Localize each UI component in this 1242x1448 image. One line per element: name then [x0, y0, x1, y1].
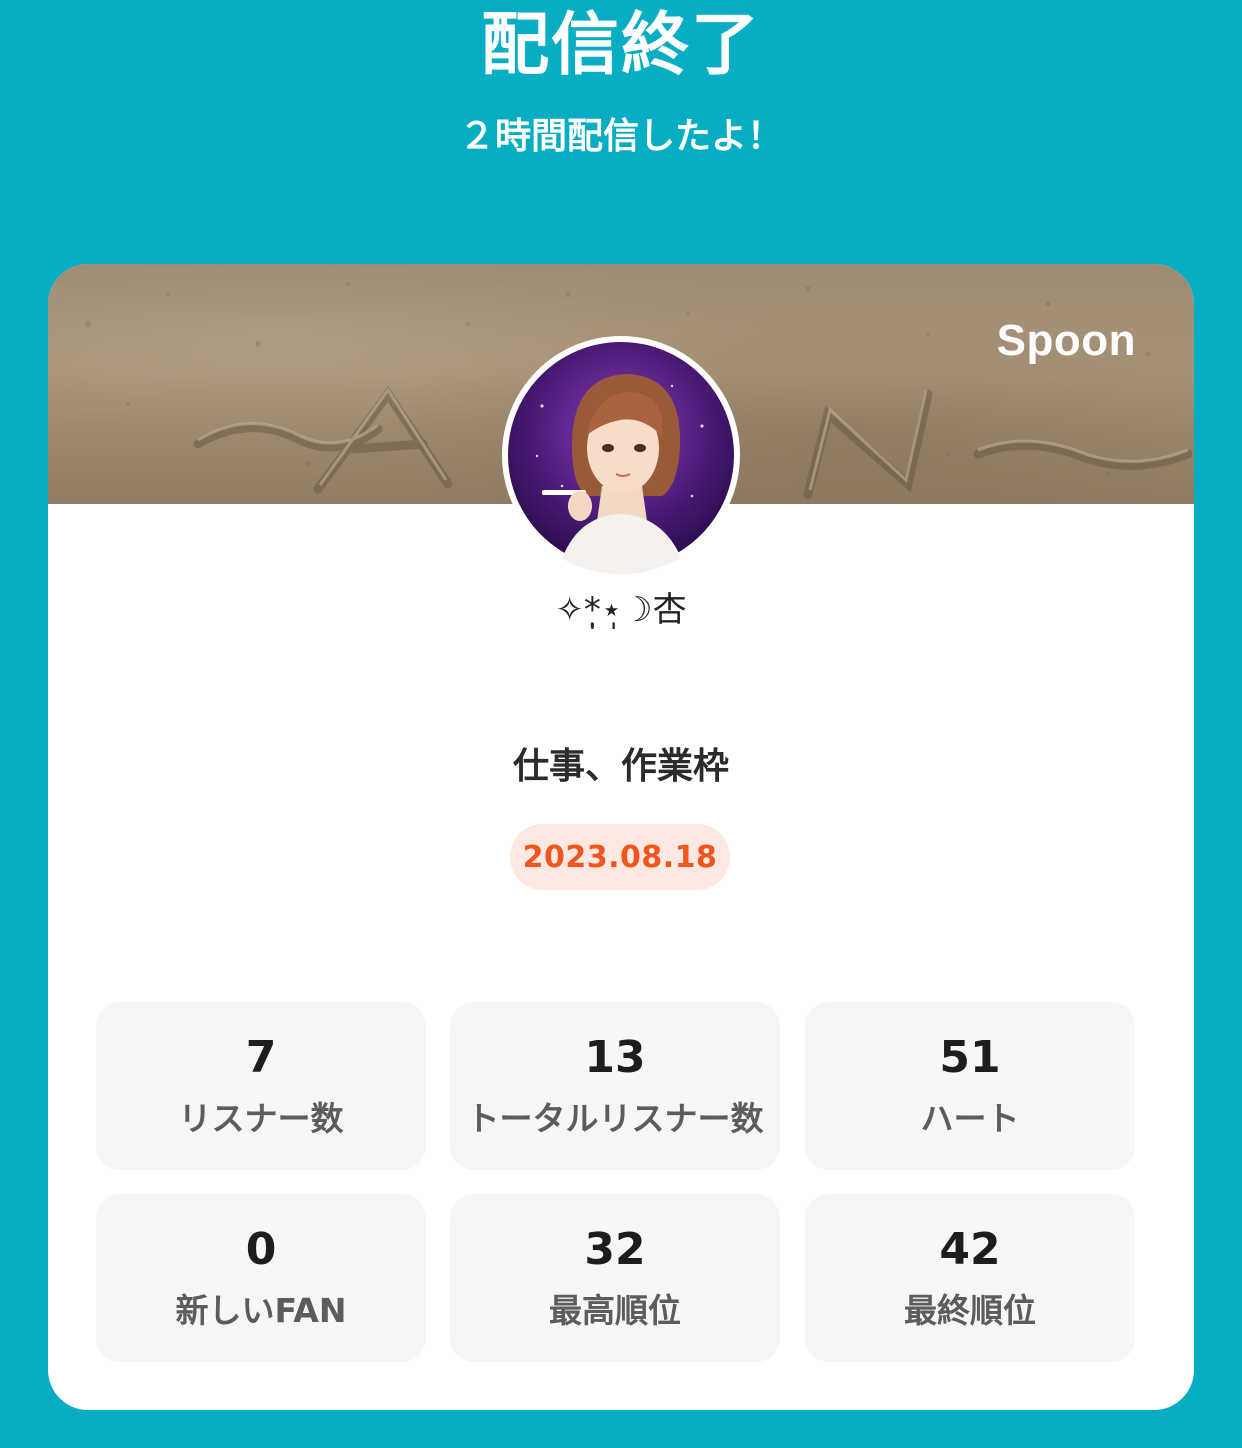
stat-hearts: 51 ハート: [805, 1002, 1135, 1170]
stat-label: 最高順位: [549, 1291, 681, 1330]
page-title: 配信終了: [480, 6, 761, 85]
stat-new-fans: 0 新しいFAN: [96, 1194, 426, 1362]
stat-value: 0: [245, 1224, 277, 1275]
stat-total-listeners: 13 トータルリスナー数: [450, 1002, 780, 1170]
stat-value: 51: [939, 1032, 1001, 1083]
broadcast-summary-card: Spoon ✧*̣̩⋆̩☽杏 仕事、作業枠 2023.08.18 7 リスナー数…: [48, 264, 1194, 1410]
stat-label: 最終順位: [904, 1291, 1036, 1330]
stat-label: リスナー数: [178, 1099, 344, 1138]
stat-label: トータルリスナー数: [466, 1099, 764, 1138]
stat-listeners: 7 リスナー数: [96, 1002, 426, 1170]
username: ✧*̣̩⋆̩☽杏: [555, 590, 687, 630]
date-badge: 2023.08.18: [510, 824, 730, 890]
stream-title: 仕事、作業枠: [512, 746, 729, 787]
stat-label: 新しいFAN: [175, 1291, 347, 1330]
stat-highest-rank: 32 最高順位: [450, 1194, 780, 1362]
stat-value: 13: [584, 1032, 646, 1083]
stat-value: 42: [939, 1224, 1001, 1275]
broadcast-duration-text: ２時間配信したよ！: [458, 116, 783, 157]
stat-final-rank: 42 最終順位: [805, 1194, 1135, 1362]
stat-value: 32: [584, 1224, 646, 1275]
stat-label: ハート: [920, 1099, 1020, 1138]
avatar[interactable]: [502, 336, 740, 574]
spoon-logo: Spoon: [996, 316, 1136, 365]
stat-value: 7: [245, 1032, 277, 1083]
